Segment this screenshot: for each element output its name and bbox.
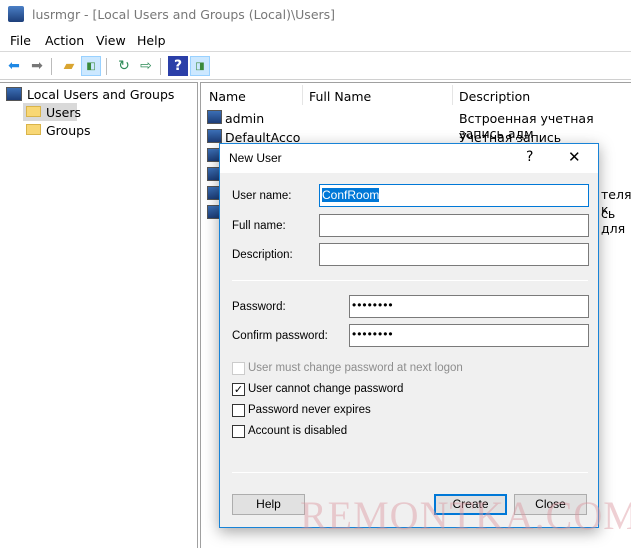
menu-action[interactable]: Action — [45, 33, 84, 48]
must-change-password-label: User must change password at next logon — [248, 362, 463, 374]
toolbar: ⬅ ➡ ▰ ◧ ↻ ⇨ ? ◨ — [0, 53, 631, 80]
account-disabled-checkbox[interactable] — [232, 425, 245, 438]
back-arrow-icon[interactable]: ⬅ — [4, 56, 24, 76]
column-name[interactable]: Name — [209, 89, 246, 104]
refresh-icon[interactable]: ↻ — [114, 56, 134, 76]
description-input[interactable] — [319, 243, 589, 266]
show-hide-action-pane-icon[interactable]: ◨ — [190, 56, 210, 76]
help-question-icon[interactable]: ? — [526, 149, 533, 165]
full-name-input[interactable] — [319, 214, 589, 237]
must-change-password-checkbox[interactable] — [232, 362, 245, 375]
user-name-label: User name: — [232, 190, 292, 202]
user-icon — [207, 110, 222, 124]
tree-item-users[interactable]: Users — [23, 103, 81, 121]
forward-arrow-icon[interactable]: ➡ — [27, 56, 47, 76]
password-label: Password: — [232, 301, 286, 313]
tree-pane: Local Users and Groups (Local) Users Gro… — [0, 82, 198, 548]
password-input[interactable]: •••••••• — [349, 295, 589, 318]
folder-icon — [26, 106, 41, 117]
full-name-label: Full name: — [232, 220, 286, 232]
password-never-expires-checkbox[interactable] — [232, 404, 245, 417]
help-icon[interactable]: ? — [168, 56, 188, 76]
dialog-title: New User — [229, 151, 282, 165]
menu-file[interactable]: File — [10, 33, 31, 48]
window-title: lusrmgr - [Local Users and Groups (Local… — [32, 7, 336, 22]
up-folder-icon[interactable]: ▰ — [59, 56, 79, 76]
help-button[interactable]: Help — [232, 494, 305, 515]
tree-item-label: Users — [46, 105, 82, 120]
computer-users-icon — [6, 87, 22, 101]
list-header: Name Full Name Description — [201, 83, 631, 107]
divider — [232, 472, 588, 473]
new-user-dialog: New User ? ✕ User name: ConfRoom Full na… — [219, 143, 599, 528]
list-row[interactable]: admin Встроенная учетная запись адм — [201, 110, 631, 141]
app-icon — [8, 6, 24, 22]
confirm-password-label: Confirm password: — [232, 330, 328, 342]
description-label: Description: — [232, 249, 293, 261]
dialog-title-bar: New User ? ✕ — [220, 144, 598, 173]
menu-help[interactable]: Help — [137, 33, 166, 48]
title-bar: lusrmgr - [Local Users and Groups (Local… — [0, 0, 631, 30]
cannot-change-password-label: User cannot change password — [248, 383, 404, 395]
tree-item-groups[interactable]: Groups — [23, 121, 103, 139]
password-never-expires-label: Password never expires — [248, 404, 371, 416]
show-hide-tree-icon[interactable]: ◧ — [81, 56, 101, 76]
tree-item-label: Groups — [46, 123, 91, 138]
watermark: REMONTKA.COM — [300, 493, 631, 538]
close-icon[interactable]: ✕ — [568, 148, 581, 166]
account-disabled-label: Account is disabled — [248, 425, 348, 437]
user-name-input[interactable]: ConfRoom — [319, 184, 589, 207]
column-description[interactable]: Description — [459, 89, 530, 104]
cannot-change-password-checkbox[interactable]: ✓ — [232, 383, 245, 396]
user-disabled-icon — [207, 129, 222, 143]
menu-bar: File Action View Help — [0, 30, 631, 52]
export-list-icon[interactable]: ⇨ — [136, 56, 156, 76]
menu-view[interactable]: View — [96, 33, 126, 48]
user-name-value: ConfRoom — [322, 188, 380, 202]
confirm-password-input[interactable]: •••••••• — [349, 324, 589, 347]
column-full-name[interactable]: Full Name — [309, 89, 371, 104]
divider — [232, 280, 588, 281]
folder-icon — [26, 124, 41, 135]
